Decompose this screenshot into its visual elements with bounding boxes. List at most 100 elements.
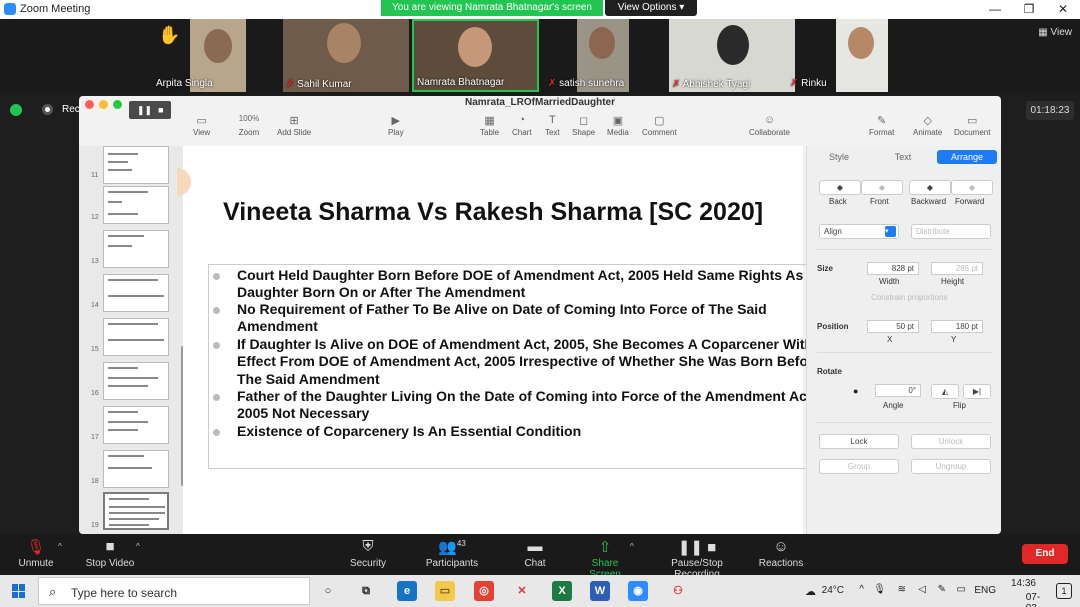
angle-field[interactable]: 0° xyxy=(875,384,921,397)
share-screen-button[interactable]: ⇧Share Screen xyxy=(575,538,635,580)
backward-button[interactable]: ◆ xyxy=(909,180,951,195)
participant-tile-active-speaker[interactable]: Namrata Bhatnagar xyxy=(412,19,539,92)
pause-stop-recording-button[interactable]: ❚❚ ■Pause/Stop Recording xyxy=(650,538,744,580)
taskbar-search[interactable]: ⌕ Type here to search xyxy=(38,577,310,605)
battery-icon[interactable]: ▭ xyxy=(957,584,966,595)
view-tool-button[interactable]: ▭ View xyxy=(193,114,210,137)
table-button[interactable]: ▦ Table xyxy=(480,114,499,137)
tray-chevron-icon[interactable]: ^ xyxy=(859,584,864,595)
file-explorer-icon[interactable]: ▭ xyxy=(435,581,455,601)
constrain-proportions-checkbox[interactable]: Constrain proportions xyxy=(871,293,947,302)
unlock-button[interactable]: Unlock xyxy=(911,434,991,449)
chevron-up-icon[interactable]: ^ xyxy=(58,542,62,551)
slide-number: 19 xyxy=(91,522,99,529)
slide-thumbnail-selected[interactable] xyxy=(103,492,169,530)
rotate-knob-icon[interactable]: ● xyxy=(853,386,858,396)
app-icon[interactable]: ✕ xyxy=(512,581,532,601)
height-field[interactable]: 285 pt xyxy=(931,262,983,275)
end-meeting-button[interactable]: End xyxy=(1022,544,1068,564)
chevron-up-icon[interactable]: ^ xyxy=(136,542,140,551)
clock-date[interactable]: 07-02-2022 xyxy=(1026,592,1048,607)
security-button[interactable]: ⛨ Security xyxy=(346,538,390,569)
play-button[interactable]: ▶ Play xyxy=(388,114,404,137)
text-icon: T xyxy=(548,114,556,126)
tab-style[interactable]: Style xyxy=(809,150,869,164)
animate-button[interactable]: ◇ Animate xyxy=(913,114,942,137)
slide-thumbnail[interactable] xyxy=(103,186,169,224)
excel-icon[interactable]: X xyxy=(552,581,572,601)
width-field[interactable]: 828 pt xyxy=(867,262,919,275)
document-button[interactable]: ▭ Document xyxy=(954,114,990,137)
temperature: 24°C xyxy=(821,585,844,596)
muted-mic-icon: ✗ xyxy=(672,79,681,90)
media-button[interactable]: ▣ Media xyxy=(607,114,629,137)
lock-button[interactable]: Lock xyxy=(819,434,899,449)
pen-icon[interactable]: ✎ xyxy=(938,584,946,595)
participant-tile[interactable]: ✗ Sahil Kumar xyxy=(283,19,409,92)
ungroup-button[interactable]: Ungroup xyxy=(911,459,991,474)
slide-thumbnail[interactable] xyxy=(103,406,169,444)
slide-thumbnail[interactable] xyxy=(103,274,169,312)
front-button[interactable]: ◆ xyxy=(861,180,903,195)
slide-canvas[interactable]: Vineeta Sharma Vs Rakesh Sharma [SC 2020… xyxy=(177,146,907,534)
control-label: Participants xyxy=(425,558,479,569)
microphone-icon[interactable]: 🎙 xyxy=(873,584,886,595)
slide-thumbnail[interactable] xyxy=(103,318,169,356)
clock-time[interactable]: 14:36 xyxy=(1011,578,1036,589)
pdf-app-icon[interactable]: ⚇ xyxy=(668,581,688,601)
y-field[interactable]: 180 pt xyxy=(931,320,983,333)
zoom-app-icon[interactable]: ◉ xyxy=(628,581,648,601)
chrome-icon[interactable]: ◎ xyxy=(474,581,494,601)
chart-button[interactable]: ◔ Chart xyxy=(512,114,532,137)
zoom-tool-button[interactable]: 100% Zoom xyxy=(229,114,269,137)
cortana-icon[interactable]: ○ xyxy=(318,581,338,601)
slide-title[interactable]: Vineeta Sharma Vs Rakesh Sharma [SC 2020… xyxy=(223,198,803,227)
align-dropdown[interactable]: Align ▾ xyxy=(819,224,899,239)
chat-button[interactable]: ▬ Chat xyxy=(520,538,550,569)
chevron-up-icon[interactable]: ^ xyxy=(630,542,634,551)
tab-text[interactable]: Text xyxy=(873,150,933,164)
format-icon: ✎ xyxy=(877,115,887,127)
bullet-icon xyxy=(213,394,220,401)
bullet-text-box[interactable]: Court Held Daughter Born Before DOE of A… xyxy=(208,264,821,469)
minimize-button[interactable]: — xyxy=(978,0,1012,19)
slide-thumbnail[interactable] xyxy=(103,450,169,488)
notifications-icon[interactable]: 1 xyxy=(1056,583,1072,599)
shape-button[interactable]: ◻ Shape xyxy=(572,114,595,137)
collaborate-button[interactable]: ☺ Collaborate xyxy=(749,114,790,137)
windows-start-icon[interactable] xyxy=(12,584,26,598)
close-button[interactable]: ✕ xyxy=(1046,0,1080,19)
muted-mic-icon: ✗ xyxy=(286,79,295,90)
word-icon[interactable]: W xyxy=(590,581,610,601)
unmute-button[interactable]: 🎙 Unmute xyxy=(16,538,56,569)
edge-icon[interactable]: e xyxy=(397,581,417,601)
task-view-icon[interactable]: ⧉ xyxy=(356,581,376,601)
flip-vertical-icon[interactable]: ▶| xyxy=(963,384,991,399)
table-icon: ▦ xyxy=(484,115,495,127)
view-button[interactable]: ▦ View xyxy=(1038,27,1072,38)
participant-tile[interactable] xyxy=(836,19,888,92)
participant-tile[interactable]: ✗ Abhishek Tyagi xyxy=(669,19,795,92)
x-field[interactable]: 50 pt xyxy=(867,320,919,333)
wifi-icon[interactable]: ≋ xyxy=(898,584,906,595)
group-button[interactable]: Group xyxy=(819,459,899,474)
view-options-button[interactable]: View Options ▾ xyxy=(605,0,697,16)
add-slide-button[interactable]: ⊞ Add Slide xyxy=(277,114,311,137)
volume-icon[interactable]: ◁ xyxy=(918,584,926,595)
participants-button[interactable]: 👥43 Participants xyxy=(424,538,480,569)
text-button[interactable]: T Text xyxy=(545,114,560,137)
reactions-button[interactable]: ☺ Reactions xyxy=(758,538,804,569)
forward-button[interactable]: ◆ xyxy=(951,180,993,195)
comment-button[interactable]: ▢ Comment xyxy=(642,114,677,137)
slide-thumbnail[interactable] xyxy=(103,146,169,184)
language-indicator[interactable]: ENG xyxy=(974,585,996,596)
tab-arrange[interactable]: Arrange xyxy=(937,150,997,164)
slide-thumbnail[interactable] xyxy=(103,230,169,268)
back-button[interactable]: ◆ xyxy=(819,180,861,195)
format-button[interactable]: ✎ Format xyxy=(869,114,894,137)
flip-horizontal-icon[interactable]: ◭ xyxy=(931,384,959,399)
maximize-button[interactable]: ❐ xyxy=(1012,0,1046,19)
distribute-dropdown[interactable]: Distribute xyxy=(911,224,991,239)
stop-video-button[interactable]: ■ Stop Video xyxy=(84,538,136,569)
slide-thumbnail[interactable] xyxy=(103,362,169,400)
